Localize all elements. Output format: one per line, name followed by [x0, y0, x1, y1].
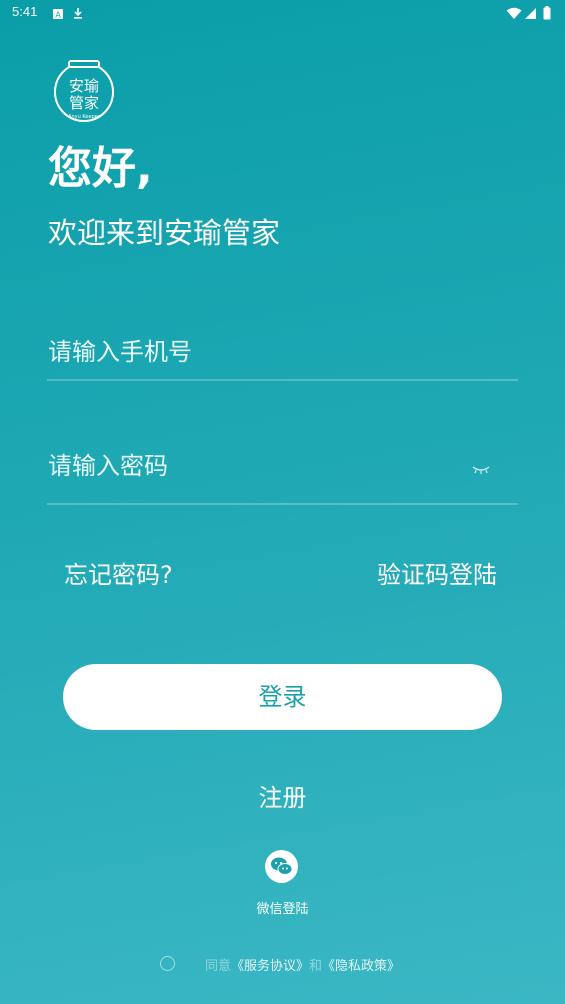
signal-icon [524, 5, 537, 24]
sms-login-link[interactable]: 验证码登陆 [377, 555, 497, 590]
agree-label: 同意 [205, 959, 232, 974]
eye-closed-icon[interactable] [472, 460, 490, 479]
password-input[interactable]: 请输入密码 [48, 446, 168, 481]
app-logo: 安瑜 管家 Anyu Keeper [54, 60, 114, 122]
login-button[interactable]: 登录 [63, 664, 502, 730]
phone-underline [47, 379, 518, 381]
agreement-radio[interactable] [160, 956, 175, 971]
svg-text:A: A [55, 11, 61, 20]
greeting-title: 您好, [48, 143, 153, 194]
logo-subtitle: Anyu Keeper [68, 114, 100, 120]
wechat-icon[interactable] [265, 850, 298, 883]
welcome-text: 欢迎来到安瑜管家 [48, 216, 281, 250]
download-icon [72, 5, 84, 24]
notification-a-icon: A [52, 5, 64, 24]
agreement-text: 同意《服务协议》和《隐私政策》 [205, 955, 400, 974]
logo-line2: 管家 [68, 94, 99, 112]
and-label: 和 [309, 959, 323, 974]
status-bar: 5:41 A [0, 0, 565, 24]
battery-icon [543, 5, 551, 24]
privacy-policy-link[interactable]: 《隐私政策》 [322, 959, 400, 974]
register-link[interactable]: 注册 [0, 778, 565, 813]
status-time: 5:41 [12, 4, 38, 19]
wechat-login-label[interactable]: 微信登陆 [0, 898, 565, 917]
password-underline [47, 503, 518, 505]
forgot-password-link[interactable]: 忘记密码? [64, 555, 173, 590]
logo-line1: 安瑜 [68, 77, 99, 95]
phone-input[interactable]: 请输入手机号 [48, 332, 192, 367]
wifi-icon [506, 5, 522, 24]
service-agreement-link[interactable]: 《服务协议》 [231, 959, 309, 974]
